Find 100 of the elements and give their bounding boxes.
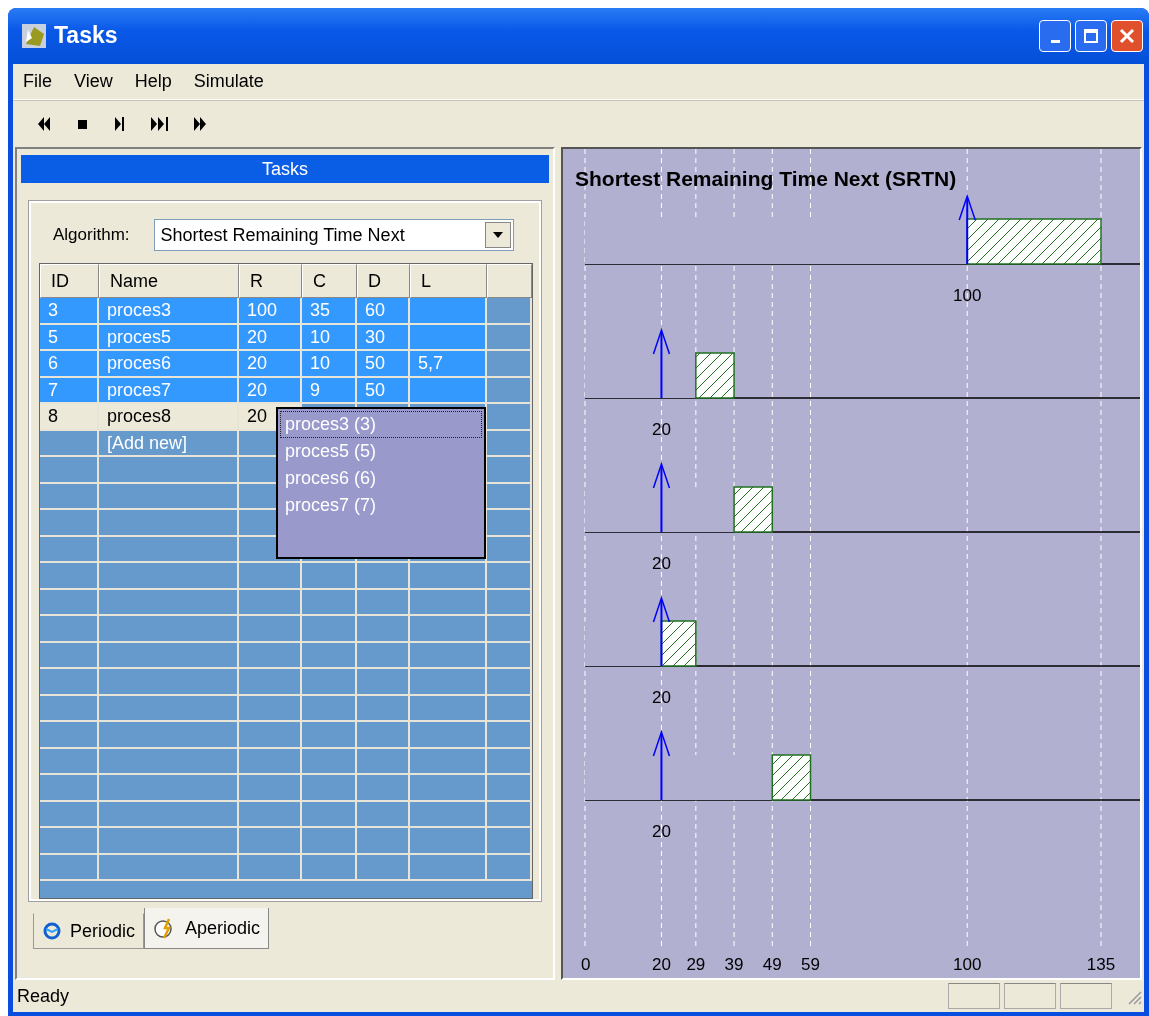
tab[interactable]: Aperiodic [144, 908, 270, 950]
table-cell [239, 616, 302, 643]
menu-item[interactable]: File [23, 71, 52, 93]
status-panel [948, 983, 1000, 1010]
table-cell [239, 589, 302, 617]
table-cell [239, 854, 302, 882]
menu-item[interactable]: Help [134, 71, 172, 93]
table-cell [40, 775, 99, 802]
table-cell [487, 775, 532, 802]
table-cell [487, 589, 532, 617]
table-cell [302, 828, 357, 855]
table-cell: 9 [302, 377, 357, 405]
execution-bar [771, 754, 812, 801]
fast-step-icon[interactable] [149, 115, 171, 134]
panel-header: Tasks [21, 155, 549, 184]
column-header[interactable]: R [239, 264, 302, 299]
table-cell [487, 854, 532, 882]
table-cell [239, 563, 302, 590]
release-time-label: 20 [652, 688, 671, 708]
table-cell: proces6 [99, 351, 239, 378]
column-header[interactable]: Name [99, 264, 239, 299]
table-cell [487, 828, 532, 855]
table-cell [487, 748, 532, 776]
algorithm-label: Algorithm: [53, 225, 130, 246]
table-cell [239, 775, 302, 802]
table-cell [357, 669, 410, 696]
table-cell: 100 [239, 298, 302, 325]
table-cell [302, 775, 357, 802]
table-cell [487, 563, 532, 590]
table-cell [239, 748, 302, 776]
table-cell [357, 828, 410, 855]
maximize-button[interactable] [1075, 19, 1107, 52]
table-cell: 35 [302, 298, 357, 325]
table-cell [357, 854, 410, 882]
table-cell [357, 801, 410, 829]
column-header[interactable]: D [357, 264, 410, 299]
table-cell [302, 669, 357, 696]
table-cell: 10 [302, 324, 357, 352]
axis-label: 20 [652, 955, 671, 975]
table-cell [40, 536, 99, 564]
table-cell [40, 589, 99, 617]
table-cell: 60 [357, 298, 410, 325]
table-cell [302, 695, 357, 723]
table-cell [239, 695, 302, 723]
table-cell [357, 695, 410, 723]
table-cell [40, 801, 99, 829]
menu-item[interactable]: View [74, 71, 113, 93]
refresh-icon [42, 921, 62, 942]
table-cell [302, 801, 357, 829]
table-cell [40, 854, 99, 882]
maximize-icon [1083, 27, 1099, 44]
table-cell [487, 669, 532, 696]
status-panel [1060, 983, 1112, 1010]
column-header[interactable]: ID [40, 264, 99, 299]
table-cell: 20 [239, 351, 302, 378]
chart-title: Shortest Remaining Time Next (SRTN) [575, 167, 957, 191]
table-cell [302, 563, 357, 590]
table-cell: 20 [239, 377, 302, 405]
table-cell [487, 722, 532, 749]
table-cell [239, 669, 302, 696]
table-cell [357, 563, 410, 590]
minimize-button[interactable] [1039, 19, 1071, 52]
table-cell [239, 828, 302, 855]
axis-label: 49 [762, 955, 782, 975]
table-cell [40, 722, 99, 749]
table-cell [40, 642, 99, 670]
table-cell [40, 510, 99, 537]
column-header[interactable]: L [410, 264, 487, 299]
table-cell: proces8 [99, 404, 239, 431]
release-time-label: 20 [652, 822, 671, 842]
table-cell [357, 589, 410, 617]
execution-bar [733, 486, 774, 533]
table-cell [302, 642, 357, 670]
axis-label: 39 [724, 955, 744, 975]
algorithm-dropdown[interactable]: Shortest Remaining Time Next [153, 219, 514, 252]
axis-label: 0 [581, 955, 591, 975]
table-cell [40, 695, 99, 723]
table-cell[interactable]: 8 [40, 404, 99, 431]
table-cell [40, 828, 99, 855]
app-icon [22, 23, 46, 48]
table-cell [357, 722, 410, 749]
column-header[interactable]: C [302, 264, 357, 299]
table-cell [40, 616, 99, 643]
table-cell [487, 642, 532, 670]
table-cell: proces3 [99, 298, 239, 325]
close-icon [1119, 27, 1135, 44]
minimize-icon [1050, 39, 1060, 43]
table-cell [357, 642, 410, 670]
table-cell [357, 748, 410, 776]
table-cell: 5,7 [410, 351, 487, 378]
menu-item[interactable]: Simulate [193, 71, 264, 93]
table-cell [302, 722, 357, 749]
window-title: Tasks [54, 22, 118, 50]
tab[interactable]: Periodic [33, 913, 145, 950]
close-button[interactable] [1111, 19, 1143, 52]
table-cell [487, 616, 532, 643]
table-cell [487, 695, 532, 723]
release-time-label: 20 [652, 554, 671, 574]
axis-label: 135 [1086, 955, 1116, 975]
table-cell [357, 616, 410, 643]
